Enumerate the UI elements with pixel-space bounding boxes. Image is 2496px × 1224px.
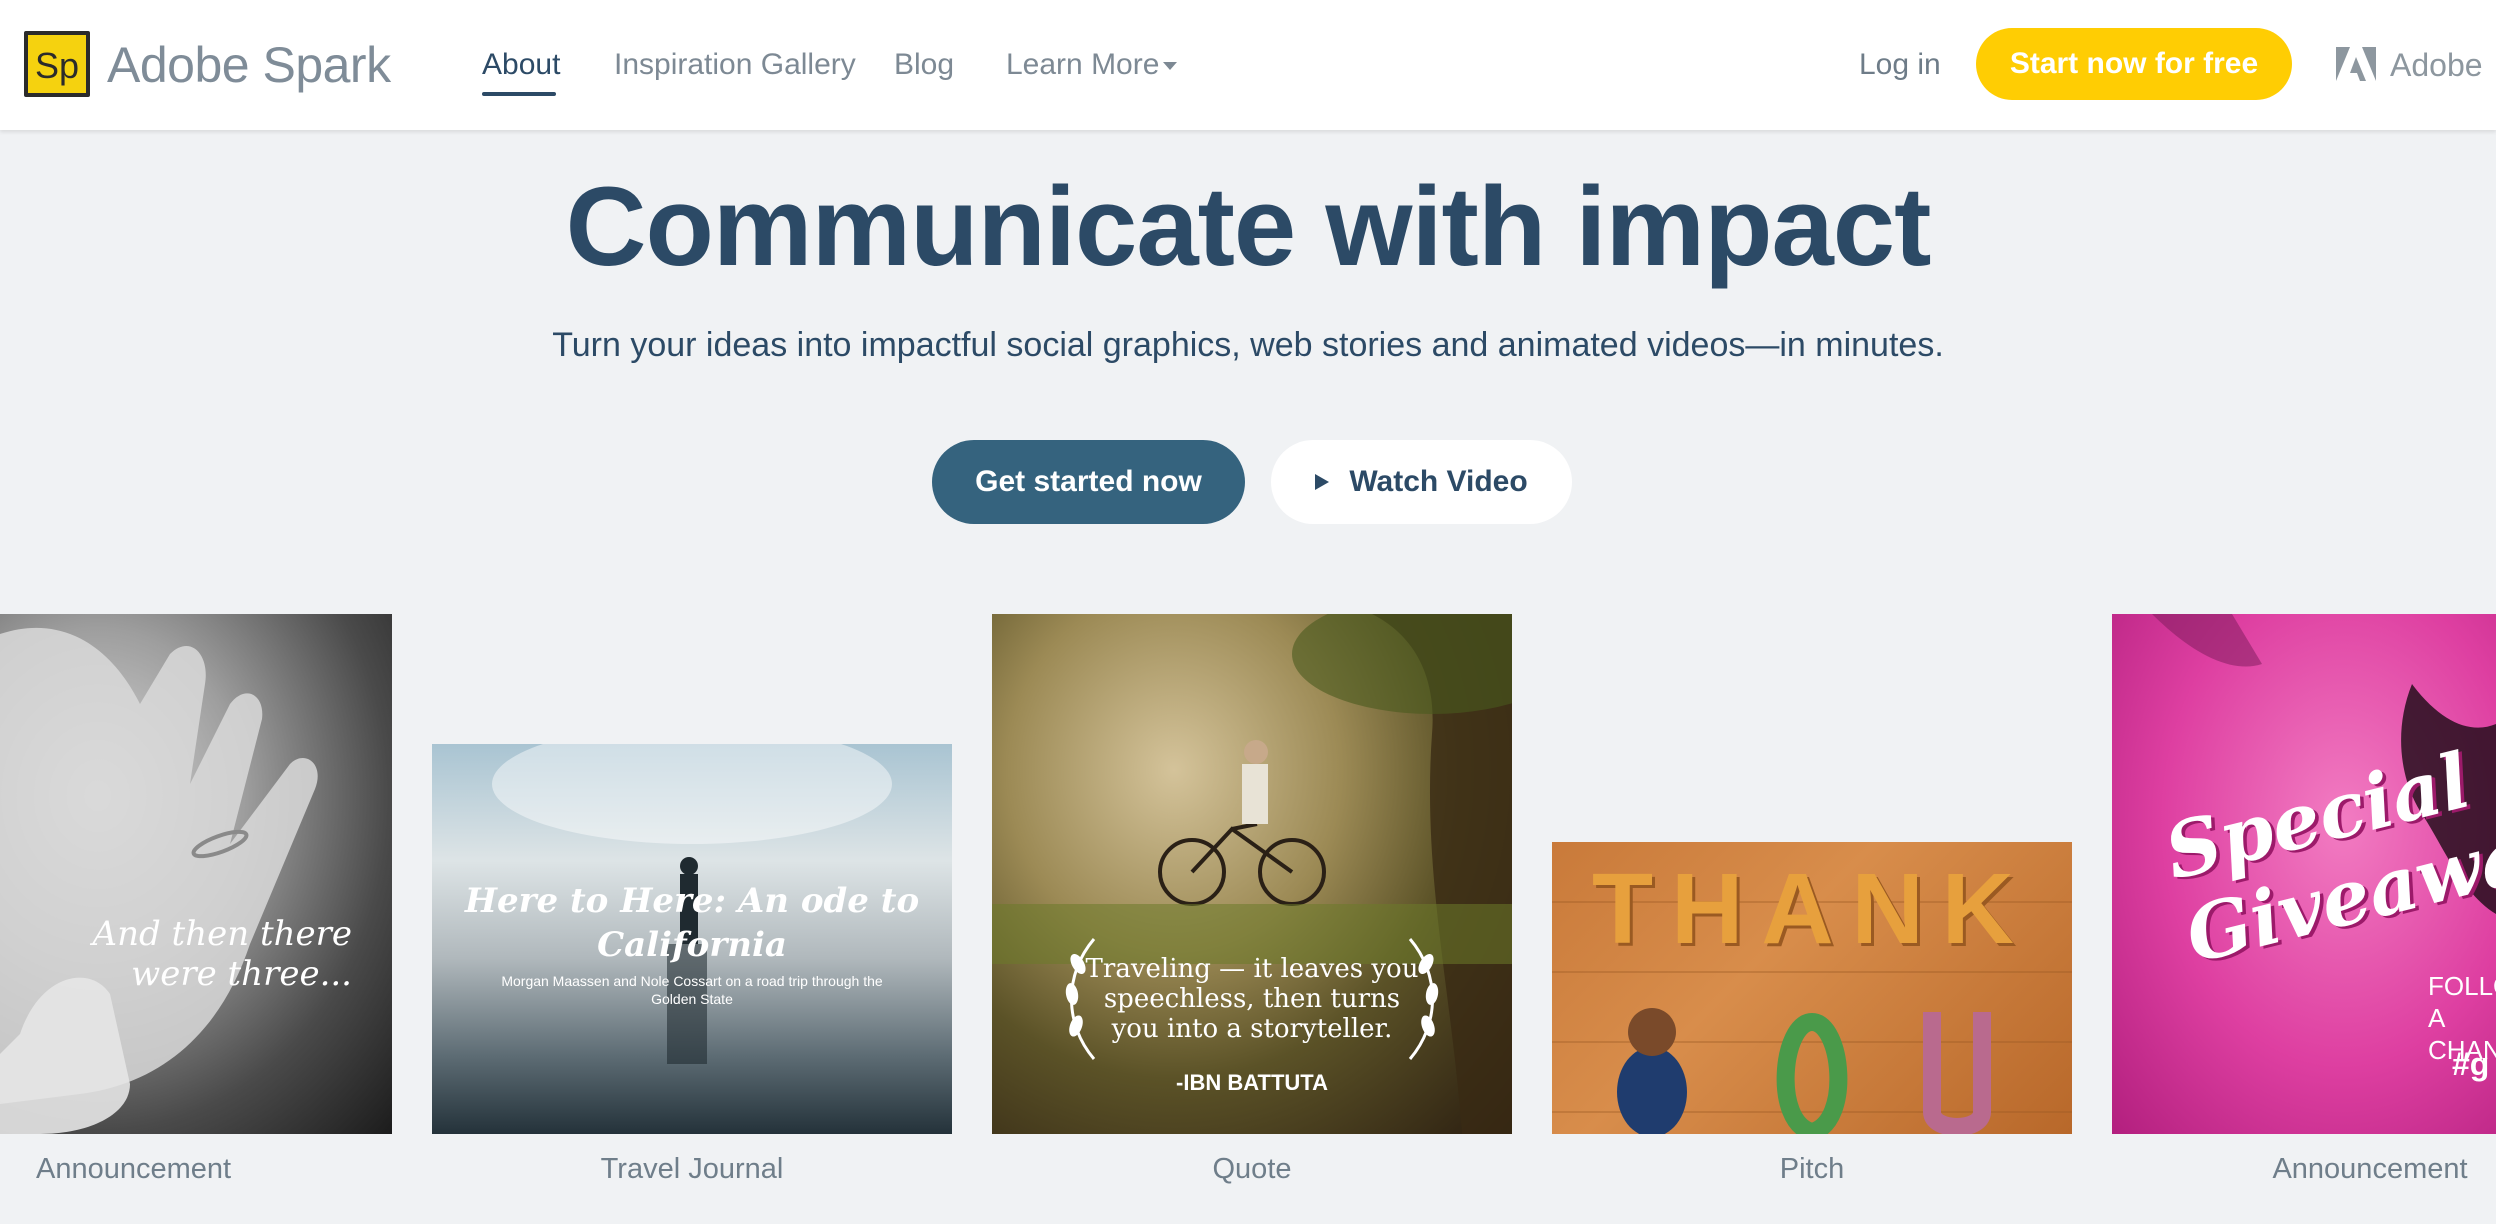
card-pitch-image[interactable]: THANK: [1552, 842, 2072, 1134]
card-announcement-image[interactable]: And then there were three...: [0, 614, 392, 1134]
active-tab-underline: [482, 92, 556, 96]
nav-link-about[interactable]: About: [482, 48, 560, 82]
watch-video-button[interactable]: Watch Video: [1271, 440, 1572, 524]
chevron-down-icon[interactable]: [1163, 62, 1177, 70]
card-label-announcement-2[interactable]: Announcement: [2270, 1153, 2470, 1186]
card-overlay-text: And then there were three...: [92, 914, 352, 994]
brand-name[interactable]: Adobe Spark: [107, 36, 391, 94]
card-quote-text: Traveling — it leaves you speechless, th…: [1085, 954, 1419, 1044]
nav-link-blog[interactable]: Blog: [894, 48, 954, 82]
hero-subtitle: Turn your ideas into impactful social gr…: [552, 326, 1944, 364]
card-giveaway-image[interactable]: Special Giveawa FOLLOW A CHAN #g: [2112, 614, 2496, 1134]
nav-link-inspiration-gallery[interactable]: Inspiration Gallery: [614, 48, 856, 82]
logo-mark-text: Sp: [34, 45, 80, 86]
adobe-label[interactable]: Adobe: [2390, 47, 2483, 84]
login-link[interactable]: Log in: [1859, 48, 1941, 82]
watch-video-label: Watch Video: [1349, 465, 1528, 498]
adobe-spark-logo[interactable]: Sp: [24, 31, 90, 97]
card-travel-journal-image[interactable]: Here to Here: An ode to California Morga…: [432, 744, 952, 1134]
top-navigation: Sp Adobe Spark About Inspiration Gallery…: [0, 0, 2496, 130]
card-overlay-text: THANK: [1592, 853, 2032, 965]
card-label-travel-journal[interactable]: Travel Journal: [592, 1153, 792, 1186]
card-quote-image[interactable]: Traveling — it leaves you speechless, th…: [992, 614, 1512, 1134]
get-started-button[interactable]: Get started now: [932, 440, 1245, 524]
start-free-button[interactable]: Start now for free: [1976, 28, 2292, 100]
card-overlay-hashtag: #g: [2452, 1046, 2490, 1082]
card-label-announcement[interactable]: Announcement: [36, 1153, 231, 1186]
adobe-logo-icon[interactable]: [2336, 47, 2376, 81]
card-overlay-title: Here to Here: An ode to California: [464, 881, 920, 965]
hands-photo: [0, 627, 318, 1134]
card-label-quote[interactable]: Quote: [1192, 1153, 1312, 1186]
card-overlay-subtitle: Morgan Maassen and Nole Cossart on a roa…: [501, 973, 883, 1007]
hero-title: Communicate with impact: [565, 164, 1932, 289]
nav-link-learn-more[interactable]: Learn More: [1006, 48, 1159, 82]
play-icon: [1315, 474, 1330, 490]
card-label-pitch[interactable]: Pitch: [1762, 1153, 1862, 1186]
card-quote-author: -IBN BATTUTA: [1176, 1070, 1328, 1095]
